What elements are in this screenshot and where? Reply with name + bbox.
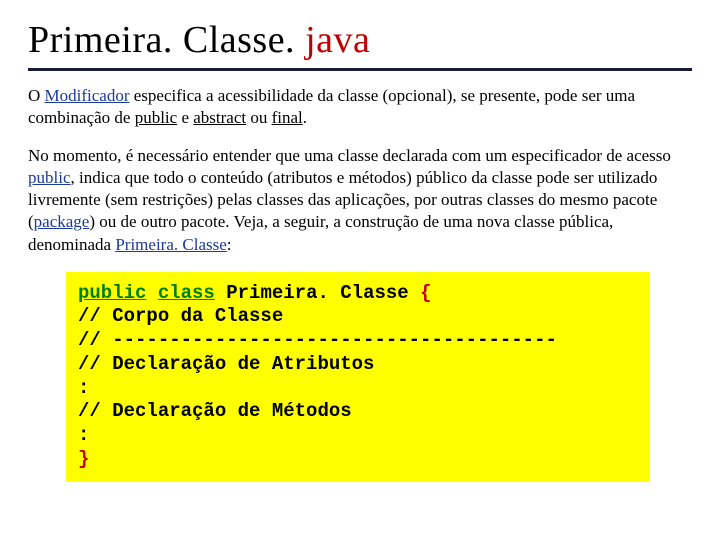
code-line-7: : <box>78 424 638 448</box>
code-brace-open: { <box>420 282 431 304</box>
text-run: . <box>303 108 307 127</box>
slide-container: Primeira. Classe. java O Modificador esp… <box>0 0 720 502</box>
term-public: public <box>135 108 178 127</box>
text-run: e <box>177 108 193 127</box>
text-run: ou <box>246 108 272 127</box>
term-final: final <box>272 108 303 127</box>
code-space <box>146 282 157 304</box>
code-line-1: public class Primeira. Classe { <box>78 282 638 306</box>
paragraph-modifier: O Modificador especifica a acessibilidad… <box>28 85 692 129</box>
title-part-classname: Primeira. Classe. <box>28 19 305 61</box>
code-line-4: // Declaração de Atributos <box>78 353 638 377</box>
term-package-link: package <box>34 212 90 231</box>
code-block: public class Primeira. Classe { // Corpo… <box>66 272 650 482</box>
term-modificador: Modificador <box>45 86 130 105</box>
code-keyword-public: public <box>78 282 146 304</box>
paragraph-explanation: No momento, é necessário entender que um… <box>28 145 692 255</box>
code-line-2: // Corpo da Classe <box>78 305 638 329</box>
code-space <box>409 282 420 304</box>
term-abstract: abstract <box>193 108 246 127</box>
title-underline <box>28 68 692 71</box>
title-part-ext: java <box>305 19 370 61</box>
text-run: : <box>227 235 232 254</box>
code-line-6: // Declaração de Métodos <box>78 400 638 424</box>
code-keyword-class: class <box>158 282 215 304</box>
text-run: No momento, é necessário entender que um… <box>28 146 671 165</box>
page-title: Primeira. Classe. java <box>28 18 692 62</box>
term-public-link: public <box>28 168 71 187</box>
code-brace-close: } <box>78 448 638 472</box>
code-space <box>215 282 226 304</box>
code-line-5: : <box>78 377 638 401</box>
code-classname: Primeira. Classe <box>226 282 408 304</box>
text-run: O <box>28 86 45 105</box>
term-primeiraclasse-link: Primeira. Classe <box>115 235 226 254</box>
code-line-3: // -------------------------------------… <box>78 329 638 353</box>
